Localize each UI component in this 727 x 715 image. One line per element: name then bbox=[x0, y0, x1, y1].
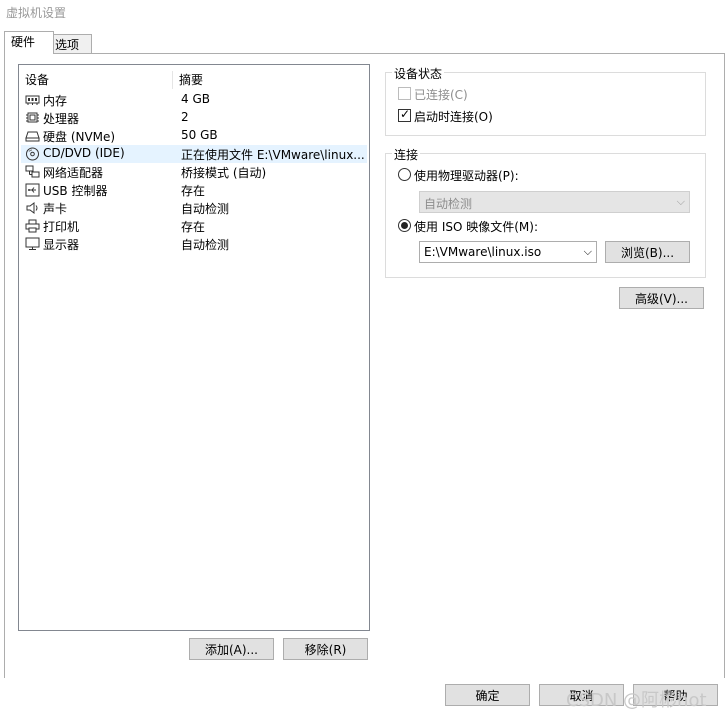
connect-on-start-checkbox[interactable]: ✓ bbox=[398, 107, 411, 122]
cd-icon bbox=[26, 147, 39, 161]
device-name: CD/DVD (IDE) bbox=[43, 146, 125, 160]
device-summary: 自动检测 bbox=[181, 202, 230, 216]
header-separator bbox=[172, 71, 173, 89]
device-name: 处理器 bbox=[43, 112, 80, 126]
speaker-icon bbox=[26, 202, 38, 214]
device-row-display[interactable]: 显示器 自动检测 bbox=[21, 235, 367, 253]
browse-button[interactable]: 浏览(B)... bbox=[605, 241, 690, 263]
device-summary: 存在 bbox=[181, 184, 206, 198]
device-name: 网络适配器 bbox=[43, 166, 104, 180]
device-summary: 桥接模式 (自动) bbox=[181, 166, 267, 180]
device-summary: 4 GB bbox=[181, 92, 210, 106]
disk-icon bbox=[25, 131, 40, 142]
window-title: 虚拟机设置 bbox=[6, 6, 67, 20]
header-device[interactable]: 设备 bbox=[25, 71, 49, 88]
device-row-disk[interactable]: 硬盘 (NVMe) 50 GB bbox=[21, 127, 367, 145]
device-name: 打印机 bbox=[43, 220, 80, 234]
tab-options[interactable]: 选项 bbox=[48, 34, 92, 54]
device-summary: 存在 bbox=[181, 220, 206, 234]
iso-file-label: 使用 ISO 映像文件(M): bbox=[414, 220, 538, 234]
connected-label: 已连接(C) bbox=[414, 88, 468, 102]
device-row-usb[interactable]: USB 控制器 存在 bbox=[21, 181, 367, 199]
iso-path-combo[interactable]: E:\VMware\linux.iso ⌵ bbox=[419, 241, 597, 263]
physical-drive-radio[interactable] bbox=[398, 168, 411, 181]
watermark: CSDN @阿彬hot bbox=[566, 690, 707, 711]
memory-icon bbox=[25, 95, 40, 105]
device-summary: 正在使用文件 E:\VMware\linux.... bbox=[181, 148, 365, 162]
device-row-cd-dvd[interactable]: CD/DVD (IDE) 正在使用文件 E:\VMware\linux.... bbox=[21, 145, 367, 163]
monitor-icon bbox=[25, 237, 40, 250]
device-status-title: 设备状态 bbox=[392, 65, 445, 82]
advanced-button[interactable]: 高级(V)... bbox=[619, 287, 704, 309]
device-name: 内存 bbox=[43, 94, 68, 108]
device-summary: 50 GB bbox=[181, 128, 218, 142]
check-icon: ✓ bbox=[400, 107, 411, 121]
device-name: 声卡 bbox=[43, 202, 68, 216]
cpu-icon bbox=[26, 112, 39, 123]
device-list-header: 设备 摘要 bbox=[19, 71, 369, 89]
physical-drive-label: 使用物理驱动器(P): bbox=[414, 169, 519, 183]
device-summary: 自动检测 bbox=[181, 238, 230, 252]
device-row-printer[interactable]: 打印机 存在 bbox=[21, 217, 367, 235]
radio-dot bbox=[401, 222, 408, 229]
device-name: 显示器 bbox=[43, 238, 80, 252]
device-row-sound[interactable]: 声卡 自动检测 bbox=[21, 199, 367, 217]
connection-title: 连接 bbox=[392, 146, 421, 163]
add-button[interactable]: 添加(A)... bbox=[189, 638, 274, 660]
physical-drive-select[interactable]: 自动检测 ⌵ bbox=[419, 191, 690, 213]
device-row-memory[interactable]: 内存 4 GB bbox=[21, 91, 367, 109]
device-row-network[interactable]: 网络适配器 桥接模式 (自动) bbox=[21, 163, 367, 181]
device-summary: 2 bbox=[181, 110, 189, 124]
network-icon bbox=[25, 165, 40, 178]
chevron-down-icon: ⌵ bbox=[583, 245, 592, 258]
device-list[interactable]: 设备 摘要 内存 4 GB 处理器 2 硬盘 (NVMe) 50 GB CD/D… bbox=[18, 64, 370, 631]
usb-icon bbox=[25, 183, 40, 197]
remove-button[interactable]: 移除(R) bbox=[283, 638, 368, 660]
device-name: USB 控制器 bbox=[43, 184, 108, 198]
device-row-cpu[interactable]: 处理器 2 bbox=[21, 109, 367, 127]
physical-drive-value: 自动检测 bbox=[424, 197, 473, 211]
header-summary[interactable]: 摘要 bbox=[179, 71, 203, 88]
chevron-down-icon: ⌵ bbox=[676, 195, 685, 208]
iso-path-value: E:\VMware\linux.iso bbox=[424, 245, 542, 259]
tab-hardware[interactable]: 硬件 bbox=[4, 31, 54, 54]
title-bar: 虚拟机设置 bbox=[0, 0, 727, 24]
connect-on-start-label: 启动时连接(O) bbox=[414, 110, 493, 124]
connected-checkbox[interactable] bbox=[398, 87, 411, 100]
device-name: 硬盘 (NVMe) bbox=[43, 130, 116, 144]
printer-icon bbox=[25, 219, 40, 233]
ok-button[interactable]: 确定 bbox=[445, 684, 530, 706]
iso-file-radio[interactable] bbox=[398, 219, 411, 232]
device-status-group: 设备状态 bbox=[385, 65, 706, 136]
